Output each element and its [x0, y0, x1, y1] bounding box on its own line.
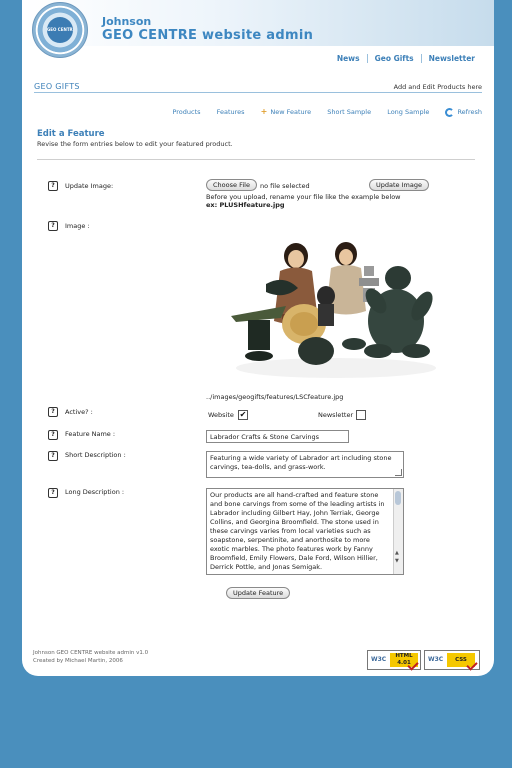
upload-note: Before you upload, rename your file like… — [206, 193, 401, 201]
link-long-sample[interactable]: Long Sample — [387, 108, 429, 116]
page-card: GEO CENTRE Johnson GEO CENTRE website ad… — [22, 0, 494, 676]
refresh-icon — [445, 108, 455, 117]
link-short-sample[interactable]: Short Sample — [327, 108, 371, 116]
help-icon[interactable]: ? — [48, 451, 58, 461]
nav-geo-gifts[interactable]: Geo Gifts — [366, 54, 421, 63]
link-new-feature[interactable]: + New Feature — [260, 107, 312, 116]
short-description-textarea[interactable]: Featuring a wide variety of Labrador art… — [206, 451, 404, 478]
scroll-down-icon[interactable]: ▼ — [395, 557, 399, 566]
image-path: ../images/geogifts/features/LSCfeature.j… — [206, 393, 344, 401]
geo-centre-logo[interactable]: GEO CENTRE — [32, 2, 88, 58]
footer-credit: Created by Michael Martin, 2006 — [33, 658, 123, 664]
w3c-logo-text: W3C — [428, 656, 444, 663]
plus-icon: + — [260, 107, 268, 116]
section-subtitle: Add and Edit Products here — [393, 83, 482, 91]
long-description-textarea[interactable]: Our products are all hand-crafted and fe… — [206, 488, 404, 575]
w3c-css-badge[interactable]: W3C CSS — [424, 650, 480, 671]
active-label: Active? : — [65, 408, 93, 416]
link-refresh[interactable]: Refresh — [445, 108, 482, 117]
top-nav: News Geo Gifts Newsletter — [330, 54, 482, 63]
update-image-label: Update Image: — [65, 182, 114, 190]
scroll-thumb[interactable] — [395, 491, 401, 505]
form-instructions: Revise the form entries below to edit yo… — [37, 140, 233, 148]
site-title: GEO CENTRE website admin — [102, 28, 314, 43]
long-description-text: Our products are all hand-crafted and fe… — [210, 491, 385, 571]
choose-file-button[interactable]: Choose File — [206, 179, 257, 191]
refresh-label: Refresh — [457, 108, 482, 116]
help-icon[interactable]: ? — [48, 181, 58, 191]
featured-product-photo — [231, 242, 436, 378]
w3c-html-badge[interactable]: W3C HTML 4.01 — [367, 650, 421, 671]
newsletter-label: Newsletter — [318, 411, 354, 419]
section-divider — [34, 92, 482, 93]
resize-handle[interactable] — [395, 469, 402, 476]
update-feature-button[interactable]: Update Feature — [226, 587, 291, 599]
site-org: Johnson — [102, 15, 152, 28]
update-image-button[interactable]: Update Image — [369, 179, 429, 191]
newsletter-checkbox[interactable] — [356, 410, 366, 420]
website-label: Website — [208, 411, 234, 419]
help-icon[interactable]: ? — [48, 221, 58, 231]
section-title: GEO GIFTS — [34, 82, 80, 91]
sub-nav: Products Features + New Feature Short Sam… — [158, 107, 482, 117]
nav-news[interactable]: News — [330, 54, 367, 63]
upload-example: ex: PLUSHfeature.jpg — [206, 201, 285, 209]
image-label: Image : — [65, 222, 90, 230]
help-icon[interactable]: ? — [48, 488, 58, 498]
form-heading: Edit a Feature — [37, 129, 105, 139]
feature-name-label: Feature Name : — [65, 430, 116, 438]
link-features[interactable]: Features — [217, 108, 245, 116]
short-description-label: Short Description : — [65, 451, 126, 459]
footer-version: Johnson GEO CENTRE website admin v1.0 — [33, 650, 149, 656]
w3c-logo-text: W3C — [371, 656, 387, 663]
long-description-label: Long Description : — [65, 488, 125, 496]
new-feature-label: New Feature — [270, 108, 312, 116]
long-description-scrollbar[interactable]: ▲ ▼ — [393, 489, 403, 574]
short-description-text: Featuring a wide variety of Labrador art… — [210, 454, 392, 471]
feature-name-input[interactable]: Labrador Crafts & Stone Carvings — [206, 430, 349, 443]
help-icon[interactable]: ? — [48, 407, 58, 417]
nav-newsletter[interactable]: Newsletter — [420, 54, 482, 63]
file-status: no file selected — [260, 182, 310, 190]
link-products[interactable]: Products — [172, 108, 200, 116]
website-checkbox[interactable]: ✔ — [238, 410, 248, 420]
logo-text: GEO CENTRE — [47, 17, 73, 43]
form-divider — [37, 159, 475, 160]
help-icon[interactable]: ? — [48, 430, 58, 440]
